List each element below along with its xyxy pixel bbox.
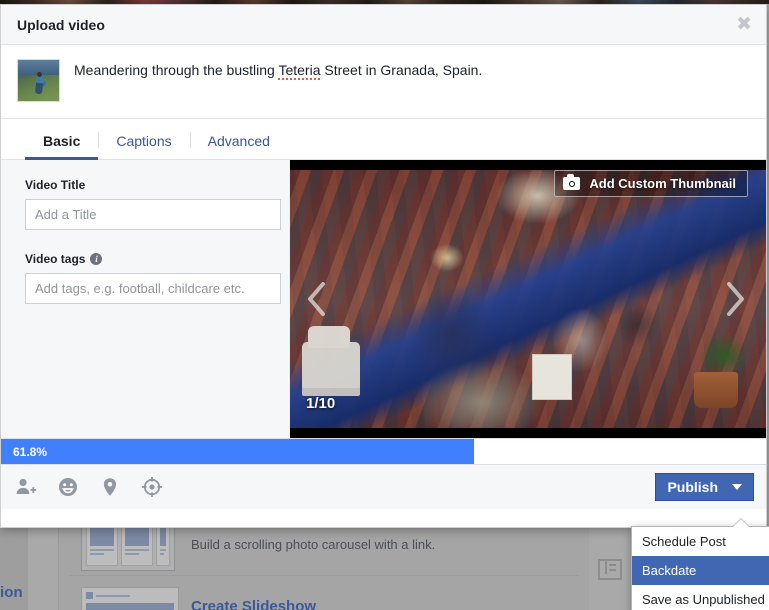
slideshow-title[interactable]: Create Slideshow	[191, 598, 316, 610]
upload-progress-bar: 61.8%	[1, 438, 766, 465]
tab-advanced[interactable]: Advanced	[189, 132, 288, 159]
publish-label: Publish	[667, 479, 718, 495]
post-message-end: Street in Granada, Spain.	[320, 62, 483, 78]
post-preview-row: Meandering through the bustling Teteria …	[1, 45, 766, 119]
screen-root: ion Build a scrolling photo carousel wit…	[0, 0, 769, 610]
post-message-start: Meandering through the bustling	[74, 62, 279, 78]
video-title-placeholder: Add a Title	[35, 207, 97, 222]
video-tags-label: Video tags i	[25, 252, 289, 266]
frame-counter: 1/10	[306, 395, 336, 412]
composer-icon-row	[15, 476, 163, 498]
publish-button[interactable]: Publish	[655, 473, 754, 501]
tab-basic[interactable]: Basic	[25, 133, 99, 160]
carousel-pane	[86, 522, 118, 566]
menu-item-backdate[interactable]: Backdate	[632, 556, 769, 585]
menu-item-schedule-post-label: Schedule Post	[642, 534, 726, 549]
menu-item-save-as-unpublished-label: Save as Unpublished	[642, 592, 765, 607]
publish-options-menu: Schedule Post Backdate Save as Unpublish…	[631, 519, 769, 610]
upload-progress-fill: 61.8%	[1, 439, 474, 464]
add-custom-thumbnail-button[interactable]: Add Custom Thumbnail	[554, 170, 748, 197]
carousel-pane	[156, 522, 170, 566]
menu-item-backdate-label: Backdate	[642, 563, 697, 578]
audience-targeting-icon[interactable]	[141, 476, 163, 498]
camera-icon	[563, 174, 581, 190]
dialog-body: Video Title Add a Title Video tags i Add…	[1, 160, 766, 438]
background-partial-link[interactable]: ion	[0, 584, 23, 601]
menu-item-schedule-post[interactable]: Schedule Post	[632, 527, 769, 556]
menu-pointer-arrow	[733, 519, 749, 527]
scene-crate	[532, 354, 572, 400]
video-title-label-text: Video Title	[25, 178, 86, 192]
background-divider	[69, 575, 579, 576]
basic-form-column: Video Title Add a Title Video tags i Add…	[1, 160, 290, 438]
carousel-description: Build a scrolling photo carousel with a …	[191, 537, 436, 552]
menu-item-save-as-unpublished[interactable]: Save as Unpublished	[632, 585, 769, 610]
chevron-left-icon[interactable]	[304, 279, 330, 319]
upload-progress-label: 61.8%	[13, 444, 48, 459]
post-message[interactable]: Meandering through the bustling Teteria …	[74, 59, 482, 81]
misspelled-word: Teteria	[278, 62, 321, 80]
dialog-title: Upload video	[17, 16, 105, 33]
check-in-location-icon[interactable]	[99, 476, 121, 498]
feeling-activity-icon[interactable]	[57, 476, 79, 498]
video-tags-input[interactable]: Add tags, e.g. football, childcare etc.	[25, 273, 281, 304]
upload-video-dialog: Upload video ✖ Meandering through the bu…	[0, 4, 767, 528]
video-tags-label-text: Video tags	[25, 252, 86, 266]
tab-basic-label: Basic	[43, 133, 81, 149]
close-icon[interactable]: ✖	[736, 15, 752, 34]
video-tags-placeholder: Add tags, e.g. football, childcare etc.	[35, 281, 245, 296]
dialog-footer: Publish	[1, 465, 766, 509]
tab-captions[interactable]: Captions	[98, 132, 189, 159]
dialog-tabs: Basic Captions Advanced	[1, 119, 766, 160]
tab-captions-label: Captions	[116, 133, 172, 149]
publish-button-group: Publish	[655, 473, 754, 501]
video-title-input[interactable]: Add a Title	[25, 199, 281, 230]
scene-plant-pot	[694, 372, 738, 408]
chevron-right-icon[interactable]	[722, 279, 748, 319]
carousel-pane	[121, 522, 153, 566]
slideshow-format-thumbnail	[81, 587, 179, 610]
video-preview-panel[interactable]: Add Custom Thumbnail 1/10	[290, 160, 766, 438]
dialog-header: Upload video ✖	[1, 5, 766, 45]
chevron-down-icon[interactable]	[732, 484, 742, 490]
tag-people-icon[interactable]	[15, 476, 37, 498]
info-icon[interactable]: i	[90, 253, 103, 265]
list-view-icon	[598, 559, 622, 580]
scene-chair	[302, 326, 360, 396]
tab-advanced-label: Advanced	[207, 133, 270, 149]
post-thumbnail-image	[17, 59, 60, 102]
video-title-label: Video Title	[25, 178, 289, 192]
add-custom-thumbnail-label: Add Custom Thumbnail	[589, 176, 736, 191]
